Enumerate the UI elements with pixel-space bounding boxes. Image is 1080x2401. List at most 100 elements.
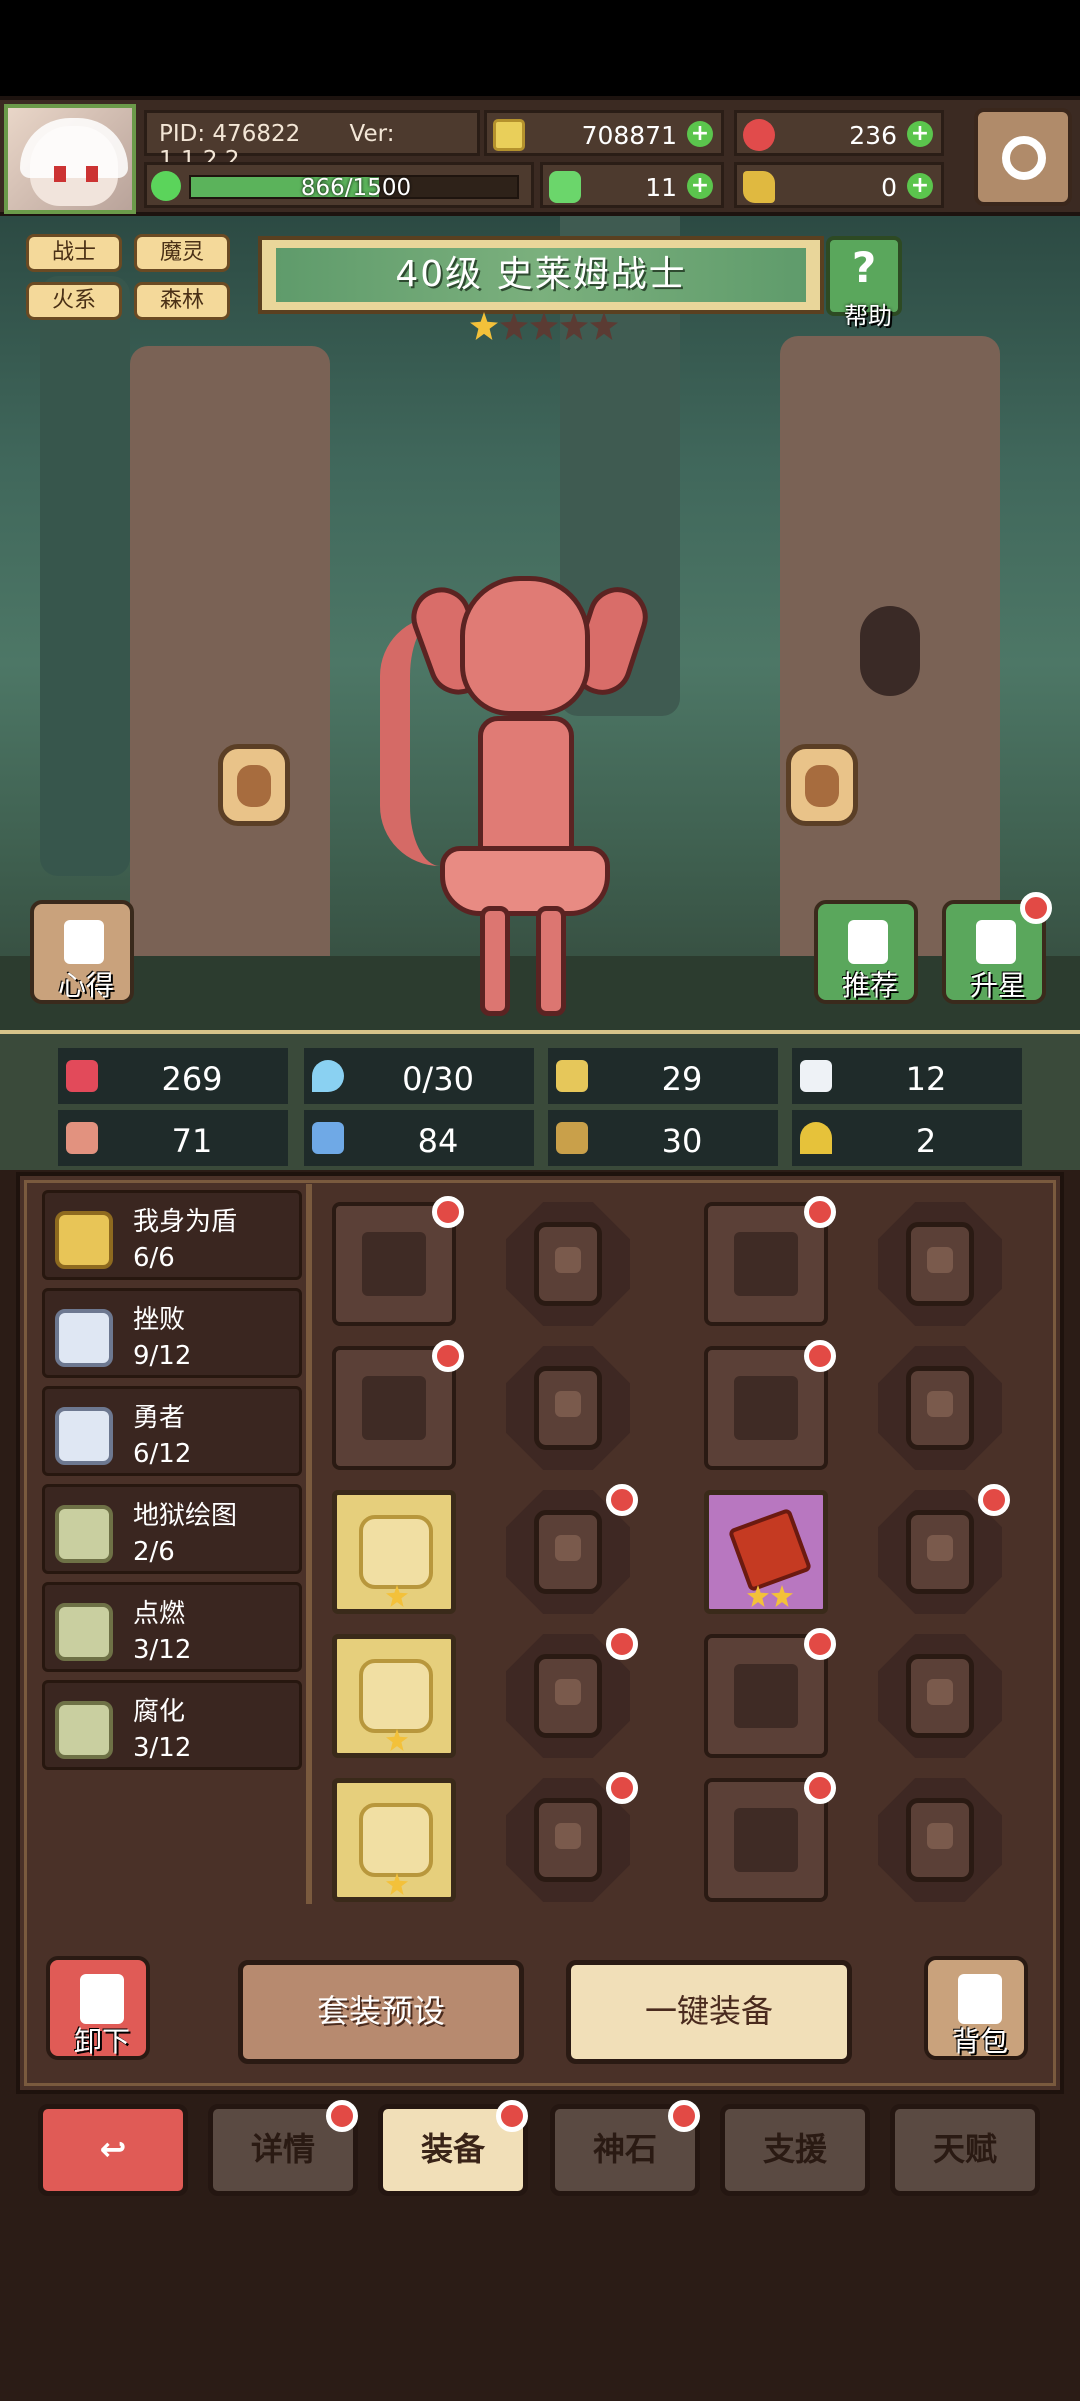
amulet-slot[interactable] xyxy=(332,1634,456,1758)
unequip-button[interactable]: 卸下 xyxy=(46,1956,150,2060)
character-scene: 战士 魔灵 火系 森林 40级 史莱姆战士 ? 帮助 心得 推荐 升星 xyxy=(0,216,1080,1030)
necklace-slot[interactable] xyxy=(332,1490,456,1614)
amulet-icon xyxy=(359,1659,433,1733)
notes-button[interactable]: 心得 xyxy=(30,900,134,1004)
socket-frame xyxy=(534,1366,602,1450)
bracer-icon xyxy=(727,1507,813,1593)
pid-version-box: PID: 476822 Ver: 1.1.2.2 xyxy=(144,110,480,173)
bronze-set-icon xyxy=(55,1505,113,1563)
character-leg xyxy=(480,906,510,1016)
xp-orb-icon xyxy=(151,171,181,201)
tab-support[interactable]: 支援 xyxy=(720,2104,870,2196)
red-gem-icon xyxy=(743,119,775,151)
set-bonus-item[interactable]: 勇者 6/12 xyxy=(42,1386,302,1476)
bag-label: 背包 xyxy=(951,2025,1008,2058)
player-info-panel: PID: 476822 Ver: 1.1.2.2 866/1500 708871… xyxy=(144,108,954,212)
recommend-button[interactable]: 推荐 xyxy=(814,900,918,1004)
add-gem-button[interactable]: + xyxy=(907,121,933,147)
bag-button[interactable]: 背包 xyxy=(924,1956,1028,2060)
book-icon xyxy=(312,1122,344,1154)
bracer-slot[interactable] xyxy=(704,1490,828,1614)
character-body xyxy=(478,716,574,866)
star-icon xyxy=(530,312,558,340)
alert-dot xyxy=(804,1772,836,1804)
alert-dot xyxy=(804,1340,836,1372)
set-bonus-item[interactable]: 地狱绘图 2/6 xyxy=(42,1484,302,1574)
tag-race: 魔灵 xyxy=(134,234,230,272)
stat-mana-value: 0/30 xyxy=(402,1060,474,1098)
gem-socket[interactable] xyxy=(878,1346,1002,1470)
set-count: 9/12 xyxy=(133,1341,192,1371)
settings-button[interactable] xyxy=(974,108,1072,206)
character-title-banner: 40级 史莱姆战士 xyxy=(258,236,824,314)
gold-coin-icon xyxy=(493,119,525,151)
xp-box: 866/1500 xyxy=(144,162,534,208)
alert-dot xyxy=(606,1628,638,1660)
clover-value: 11 xyxy=(645,173,677,202)
alert-dot xyxy=(606,1484,638,1516)
set-bonus-item[interactable]: 点燃 3/12 xyxy=(42,1582,302,1672)
star-up-alert-dot xyxy=(1020,892,1052,924)
gem-socket[interactable] xyxy=(506,1202,630,1326)
sword-icon xyxy=(362,1232,426,1296)
tag-class: 战士 xyxy=(26,234,122,272)
add-clover-button[interactable]: + xyxy=(687,173,713,199)
plus-icon xyxy=(555,1535,581,1561)
set-count: 6/6 xyxy=(133,1243,175,1273)
gem-socket[interactable] xyxy=(878,1634,1002,1758)
status-bar-area xyxy=(0,0,1080,96)
alert-dot xyxy=(606,1772,638,1804)
clover-icon xyxy=(549,171,581,203)
character-title: 40级 史莱姆战士 xyxy=(276,248,806,302)
star-icon xyxy=(560,312,588,340)
ring-slot[interactable] xyxy=(332,1778,456,1902)
stat-luck: 2 xyxy=(792,1110,1022,1166)
character-leg xyxy=(536,906,566,1016)
socket-frame xyxy=(906,1654,974,1738)
set-name: 挫败 xyxy=(133,1305,186,1335)
tab-talent[interactable]: 天赋 xyxy=(890,2104,1040,2196)
plus-icon xyxy=(927,1679,953,1705)
socket-frame xyxy=(534,1654,602,1738)
rotate-right-egg-button[interactable] xyxy=(786,744,858,826)
rotate-left-egg-button[interactable] xyxy=(218,744,290,826)
help-button[interactable]: ? 帮助 xyxy=(826,236,902,330)
add-gold-button[interactable]: + xyxy=(687,121,713,147)
gem-socket[interactable] xyxy=(506,1346,630,1470)
gold-counter: 708871 + xyxy=(484,110,724,156)
notes-label: 心得 xyxy=(57,969,114,1002)
star-icon xyxy=(500,312,528,340)
background-tree xyxy=(40,276,130,876)
set-bonus-item[interactable]: 腐化 3/12 xyxy=(42,1680,302,1770)
player-avatar[interactable] xyxy=(4,104,136,214)
set-bonus-item[interactable]: 挫败 9/12 xyxy=(42,1288,302,1378)
add-key-button[interactable]: + xyxy=(907,173,933,199)
thumbs-up-icon xyxy=(848,920,888,964)
gem-socket[interactable] xyxy=(878,1202,1002,1326)
gem-socket[interactable] xyxy=(878,1778,1002,1902)
necklace-icon xyxy=(359,1515,433,1589)
set-preset-button[interactable]: 套装预设 xyxy=(238,1960,524,2064)
stat-mana: 0/30 xyxy=(304,1048,534,1104)
alert-dot xyxy=(978,1484,1010,1516)
slime-warrior-character[interactable] xyxy=(380,576,656,1030)
armor-icon xyxy=(556,1122,588,1154)
back-button[interactable]: ↩ xyxy=(38,2104,188,2196)
key-counter: 0 + xyxy=(734,162,944,208)
gem-value: 236 xyxy=(849,121,897,150)
shield-icon xyxy=(556,1060,588,1092)
bronze-set-icon xyxy=(55,1603,113,1661)
gem-counter: 236 + xyxy=(734,110,944,156)
socket-frame xyxy=(534,1510,602,1594)
star-icon xyxy=(590,312,618,340)
player-id: PID: 476822 xyxy=(159,121,301,147)
set-name: 腐化 xyxy=(133,1697,186,1727)
egg-icon xyxy=(237,765,271,807)
avatar-eye-left xyxy=(54,166,66,182)
star-badge-icon xyxy=(976,920,1016,964)
plus-icon xyxy=(555,1823,581,1849)
stat-hp-value: 269 xyxy=(161,1060,223,1098)
set-bonus-item[interactable]: 我身为盾 6/6 xyxy=(42,1190,302,1280)
auto-equip-button[interactable]: 一键装备 xyxy=(566,1960,852,2064)
gold-value: 708871 xyxy=(581,121,677,150)
